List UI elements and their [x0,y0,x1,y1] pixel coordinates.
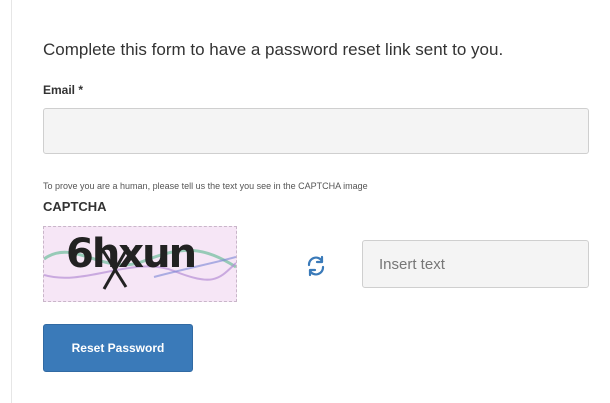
password-reset-page: Complete this form to have a password re… [0,0,610,403]
captcha-helper-text: To prove you are a human, please tell us… [43,181,368,191]
refresh-icon-graphic [307,255,325,277]
captcha-image-text: 6hxun [66,231,197,277]
email-input[interactable] [43,108,589,154]
left-divider [11,0,12,403]
captcha-label: CAPTCHA [43,199,107,214]
reset-password-button[interactable]: Reset Password [43,324,193,372]
email-label: Email * [43,83,84,97]
refresh-icon[interactable] [304,254,328,278]
captcha-image: 6hxun [43,226,237,302]
form-intro-text: Complete this form to have a password re… [43,40,504,59]
captcha-input[interactable] [362,240,589,288]
